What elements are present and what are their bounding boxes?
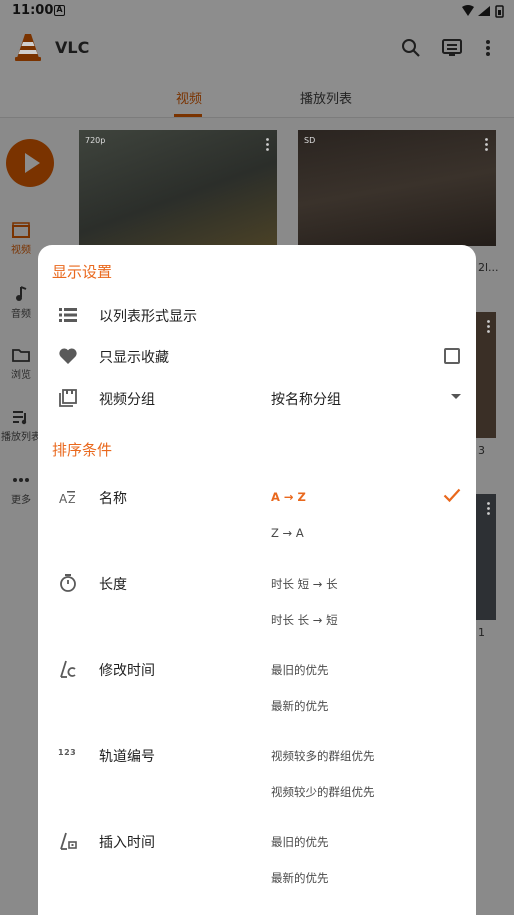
more-vert-icon[interactable]: [487, 320, 490, 333]
video-title-peek: 1: [478, 626, 485, 639]
music-note-icon: [16, 286, 27, 301]
search-icon[interactable]: [400, 37, 422, 59]
sort-length-label: 长度: [99, 577, 127, 593]
video-thumbnail[interactable]: [476, 312, 496, 438]
status-time: 11:00: [12, 3, 54, 18]
display-settings-title: 显示设置: [52, 263, 113, 281]
video-group-label: 视频分组: [99, 392, 155, 408]
sort-insertion-newest-option[interactable]: 最新的优先: [271, 870, 329, 886]
more-horiz-icon: [13, 478, 29, 482]
resolution-badge: SD: [304, 136, 316, 145]
sort-length-long-first-option[interactable]: 时长 长 → 短: [271, 612, 338, 628]
nav-item-label: 视频: [11, 245, 31, 256]
list-view-option[interactable]: 以列表形式显示: [99, 306, 197, 326]
more-vert-icon[interactable]: [266, 138, 269, 151]
sort-modified-label: 修改时间: [99, 663, 155, 679]
modified-date-icon: [60, 660, 76, 678]
sort-modified-newest-option[interactable]: 最新的优先: [271, 698, 329, 714]
nav-item-more[interactable]: 更多: [0, 472, 42, 506]
system-status-icons: [462, 5, 504, 18]
sort-length-short-first-option[interactable]: 时长 短 → 长: [271, 576, 338, 592]
svg-text:A: A: [59, 492, 68, 506]
sort-name-desc-option[interactable]: Z → A: [271, 526, 304, 540]
nav-item-video[interactable]: 视频: [0, 222, 42, 256]
nav-item-audio[interactable]: 音频: [0, 286, 42, 320]
sort-modified-oldest-option[interactable]: 最旧的优先: [271, 662, 329, 678]
status-bar: 11:00 A: [0, 0, 514, 22]
more-vert-icon[interactable]: [485, 138, 488, 151]
sort-track-more-first-option[interactable]: 视频较多的群组优先: [271, 748, 375, 764]
check-icon: [443, 488, 461, 503]
heart-icon: [59, 348, 77, 364]
timer-icon: [60, 574, 76, 592]
tab-bar: 视频 播放列表: [0, 76, 514, 118]
sort-name-label: 名称: [99, 491, 127, 507]
svg-text:Z: Z: [68, 493, 76, 506]
video-title-peek: 3: [478, 444, 485, 457]
nav-item-playlists[interactable]: 播放列表: [0, 409, 42, 443]
nav-item-browse[interactable]: 浏览: [0, 347, 42, 381]
video-thumbnail[interactable]: 720p: [79, 130, 277, 246]
sort-insertion-oldest-option[interactable]: 最旧的优先: [271, 834, 329, 850]
insertion-date-icon: [60, 832, 77, 850]
tab-indicator: [174, 114, 202, 117]
nav-item-label: 浏览: [11, 370, 31, 381]
nav-item-label: 更多: [11, 495, 31, 506]
sort-insertion-label: 插入时间: [99, 835, 155, 851]
video-group-icon: [59, 389, 77, 407]
sort-alpha-icon: A Z: [59, 491, 76, 506]
video-thumbnail[interactable]: SD: [298, 130, 496, 246]
app-title: VLC: [55, 38, 90, 57]
sort-track-label: 轨道编号: [99, 749, 155, 765]
more-vert-icon[interactable]: [487, 502, 490, 515]
nav-item-label: 播放列表: [1, 432, 41, 443]
track-number-icon: 123: [58, 748, 77, 757]
video-title-peek: 2l...: [478, 261, 499, 274]
folder-icon: [12, 349, 30, 362]
sort-track-fewer-first-option[interactable]: 视频较少的群组优先: [271, 784, 375, 800]
video-thumbnail[interactable]: [476, 494, 496, 620]
dropdown-arrow-icon[interactable]: [451, 394, 461, 399]
rendering-cast-icon[interactable]: [441, 37, 463, 59]
app-bar: VLC: [0, 22, 514, 76]
vlc-logo-icon: [15, 34, 41, 61]
notification-icon: A: [54, 5, 65, 16]
favorites-only-label: 只显示收藏: [99, 350, 169, 366]
tab-playlists[interactable]: 播放列表: [300, 88, 352, 107]
play-fab-button[interactable]: [6, 139, 54, 187]
display-settings-sheet: 显示设置 以列表形式显示 只显示收藏 视频分组 按名称分组 排序条件 A Z 名…: [38, 245, 476, 915]
resolution-badge: 720p: [85, 136, 106, 145]
list-view-icon: [59, 308, 77, 322]
more-vert-icon[interactable]: [477, 37, 499, 59]
playlist-icon: [13, 411, 27, 425]
sort-settings-title: 排序条件: [52, 441, 113, 459]
nav-item-label: 音频: [11, 309, 31, 320]
tab-videos[interactable]: 视频: [176, 88, 202, 107]
sort-name-asc-option[interactable]: A → Z: [271, 490, 306, 504]
video-clapper-icon: [12, 222, 30, 238]
favorites-only-checkbox[interactable]: [444, 348, 460, 364]
video-group-select[interactable]: 按名称分组: [271, 389, 341, 409]
